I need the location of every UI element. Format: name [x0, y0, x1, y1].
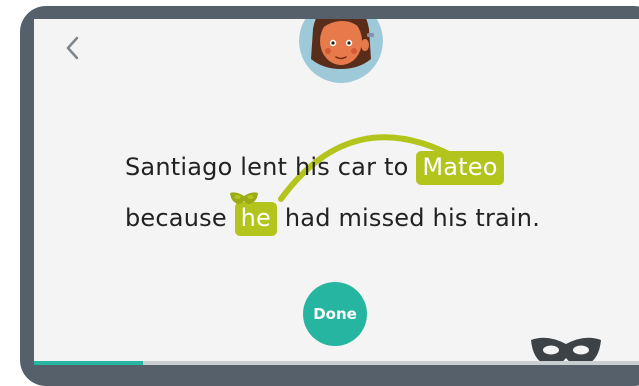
back-chevron-icon[interactable]: [62, 33, 82, 63]
sentence-line-2: because he had missed his train.: [125, 202, 540, 236]
sentence-text: because: [125, 204, 227, 232]
progress-bar: [34, 361, 639, 365]
sentence-text: had missed his train.: [284, 204, 541, 232]
app-screen: Santiago lent his car to Mateo because h…: [34, 19, 639, 365]
pronoun-chip[interactable]: he: [234, 202, 278, 236]
progress-fill: [34, 361, 143, 365]
character-avatar: [299, 19, 383, 83]
mask-icon: [230, 192, 258, 204]
done-button[interactable]: Done: [303, 282, 367, 346]
antecedent-chip[interactable]: Mateo: [416, 151, 504, 185]
sentence-text: Santiago lent his car to: [125, 153, 409, 181]
sentence-line-1: Santiago lent his car to Mateo: [125, 151, 504, 185]
